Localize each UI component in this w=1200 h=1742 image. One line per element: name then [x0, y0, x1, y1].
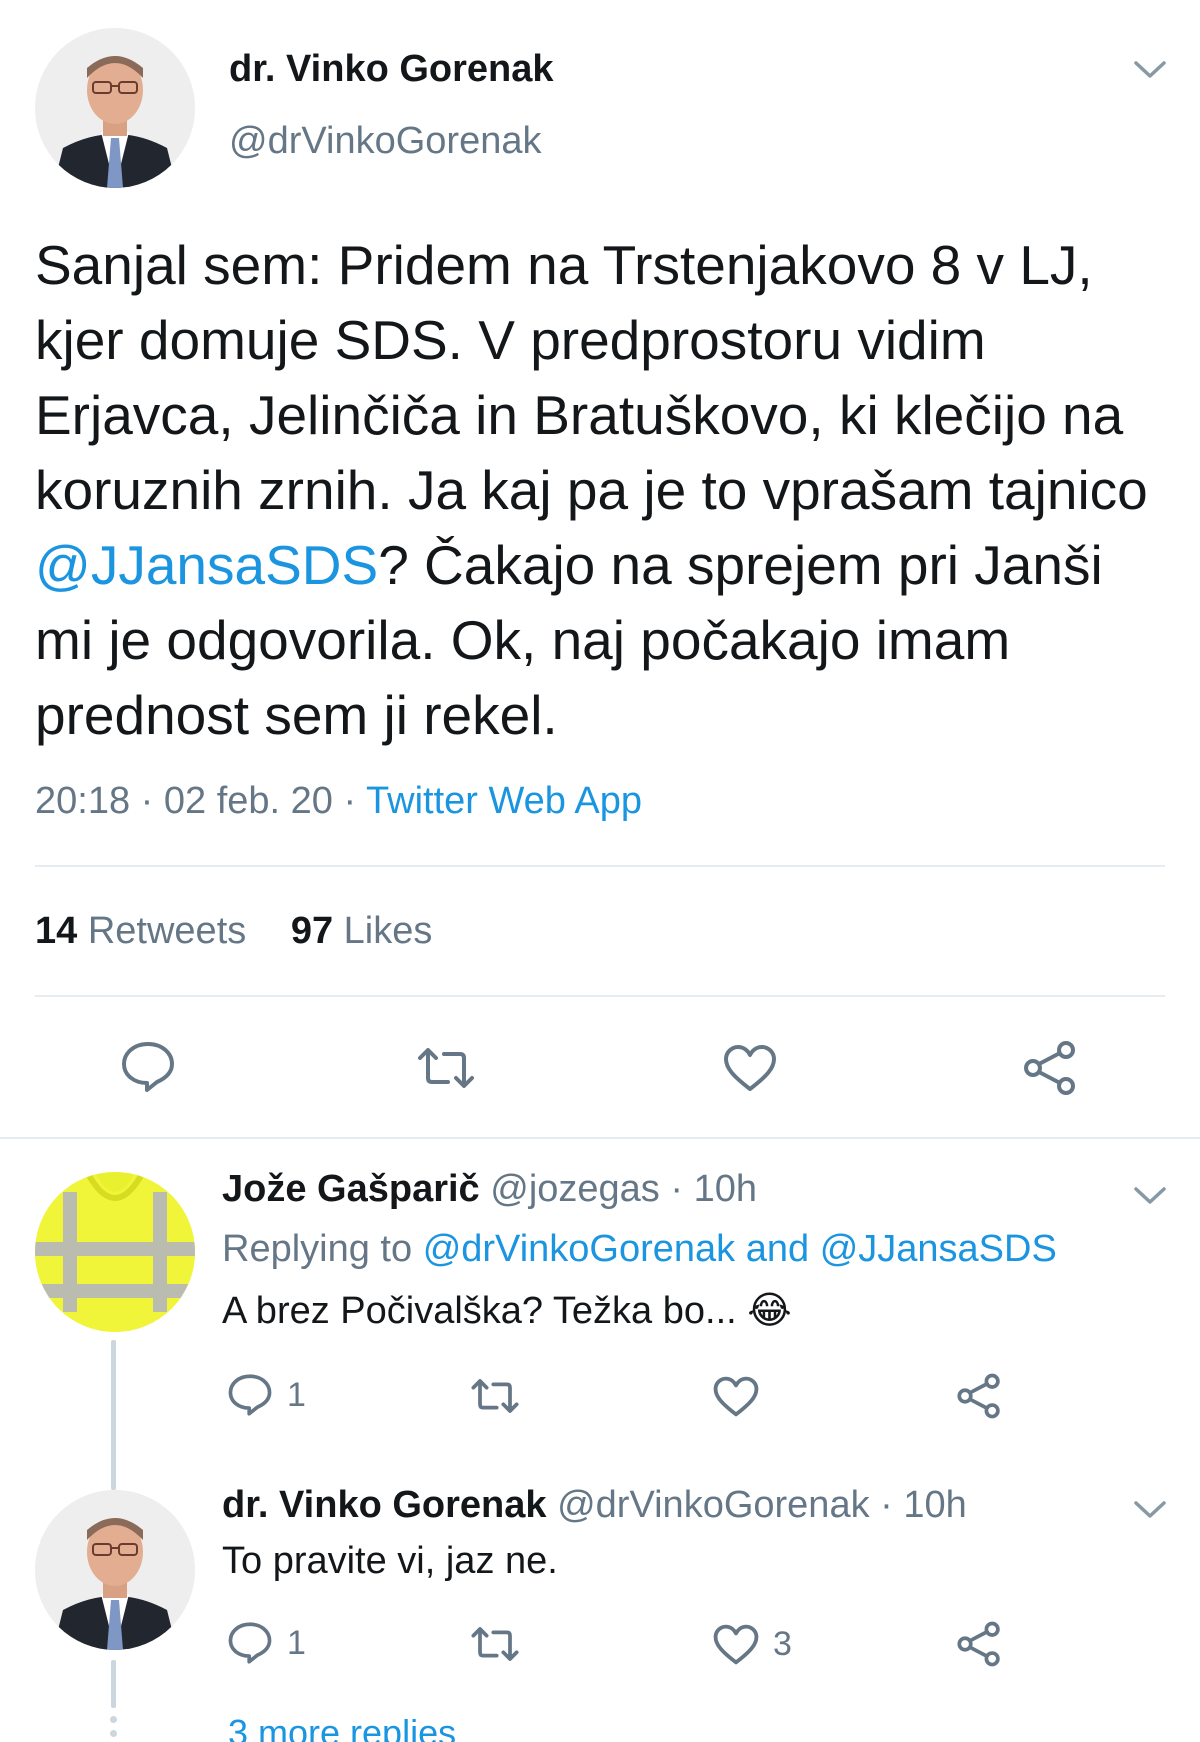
- tweet-date: 02 feb. 20: [163, 780, 333, 822]
- replying-prefix: Replying to: [222, 1228, 413, 1270]
- divider: [35, 995, 1165, 997]
- thread-line: [111, 1660, 116, 1708]
- tweet-meta: 20:18 · 02 feb. 20 · Twitter Web App: [35, 780, 642, 823]
- chevron-down-icon[interactable]: [1133, 1500, 1167, 1520]
- reply-button[interactable]: 1: [227, 1373, 306, 1417]
- divider: [35, 865, 1165, 867]
- retweet-icon: [471, 1379, 519, 1413]
- like-button[interactable]: [723, 1044, 777, 1092]
- share-button[interactable]: [956, 1621, 1002, 1667]
- likes-count[interactable]: 97: [291, 910, 333, 952]
- likes-label[interactable]: Likes: [344, 910, 433, 952]
- author-name[interactable]: dr. Vinko Gorenak: [229, 48, 554, 91]
- reply-icon: [122, 1042, 174, 1092]
- like-count: 3: [773, 1625, 792, 1663]
- share-button[interactable]: [1022, 1040, 1078, 1096]
- reply-age[interactable]: 10h: [903, 1484, 966, 1526]
- reply-button[interactable]: 1: [227, 1621, 306, 1665]
- more-replies-link[interactable]: 3 more replies: [228, 1712, 456, 1742]
- laughing-emoji: 😂: [747, 1290, 792, 1332]
- thread-dot: [110, 1730, 117, 1737]
- thread-dot: [110, 1716, 117, 1723]
- meta-separator: ·: [343, 780, 357, 822]
- replying-to: Replying to @drVinkoGorenak and @JJansaS…: [222, 1228, 1057, 1271]
- replying-and: and: [745, 1228, 810, 1270]
- like-button[interactable]: 3: [713, 1624, 792, 1665]
- tweet-mention-link[interactable]: @JJansaSDS: [35, 534, 378, 596]
- reply-avatar[interactable]: [35, 1172, 195, 1332]
- retweet-button[interactable]: [470, 1379, 520, 1413]
- reply-header: Jože Gašparič @jozegas · 10h: [222, 1168, 757, 1211]
- reply-author-handle[interactable]: @jozegas: [490, 1168, 660, 1210]
- chevron-down-icon[interactable]: [1133, 1186, 1167, 1206]
- reply-author-handle[interactable]: @drVinkoGorenak: [557, 1484, 869, 1526]
- retweets-label[interactable]: Retweets: [88, 910, 246, 952]
- retweet-icon: [418, 1048, 474, 1088]
- reply-text: A brez Počivalška? Težka bo... 😂: [222, 1288, 792, 1333]
- reply-author-name[interactable]: dr. Vinko Gorenak: [222, 1484, 547, 1526]
- tweet-text-part1: Sanjal sem: Pridem na Trstenjakovo 8 v L…: [35, 234, 1148, 521]
- reply-avatar[interactable]: [35, 1490, 195, 1650]
- heart-icon: [713, 1376, 759, 1417]
- reply-count: 1: [287, 1375, 306, 1414]
- author-handle[interactable]: @drVinkoGorenak: [229, 120, 541, 163]
- meta-separator: ·: [140, 780, 154, 822]
- retweet-button[interactable]: [416, 1048, 476, 1088]
- tweet-stats: 14 Retweets 97 Likes: [35, 910, 432, 953]
- share-button[interactable]: [956, 1373, 1002, 1419]
- reply-header: dr. Vinko Gorenak @drVinkoGorenak · 10h: [222, 1484, 967, 1527]
- reply-text-content: A brez Počivalška? Težka bo...: [222, 1290, 737, 1332]
- reply-text: To pravite vi, jaz ne.: [222, 1540, 558, 1582]
- tweet-time: 20:18: [35, 780, 131, 822]
- author-avatar[interactable]: [35, 28, 195, 188]
- share-icon: [957, 1621, 1000, 1667]
- tweet-text: Sanjal sem: Pridem na Trstenjakovo 8 v L…: [35, 228, 1175, 753]
- reply-count: 1: [287, 1623, 306, 1662]
- reply-age[interactable]: 10h: [694, 1168, 757, 1210]
- meta-separator: ·: [670, 1168, 684, 1210]
- retweets-count[interactable]: 14: [35, 910, 77, 952]
- section-separator: [0, 1137, 1200, 1139]
- replying-mention-link[interactable]: @JJansaSDS: [820, 1228, 1057, 1270]
- thread-line: [111, 1340, 116, 1490]
- retweet-icon: [471, 1627, 519, 1661]
- reply-icon: [228, 1622, 272, 1664]
- heart-icon: [724, 1045, 776, 1091]
- share-icon: [957, 1373, 1000, 1419]
- chevron-down-icon[interactable]: [1133, 60, 1167, 80]
- meta-separator: ·: [880, 1484, 893, 1526]
- heart-icon: [713, 1624, 759, 1665]
- retweet-button[interactable]: [470, 1627, 520, 1661]
- replying-mention-link[interactable]: @drVinkoGorenak: [423, 1228, 735, 1270]
- tweet-source-link[interactable]: Twitter Web App: [366, 780, 642, 822]
- reply-button[interactable]: [120, 1040, 176, 1094]
- reply-icon: [228, 1374, 272, 1416]
- share-icon: [1024, 1041, 1075, 1095]
- like-button[interactable]: [713, 1376, 759, 1417]
- reply-author-name[interactable]: Jože Gašparič: [222, 1168, 480, 1210]
